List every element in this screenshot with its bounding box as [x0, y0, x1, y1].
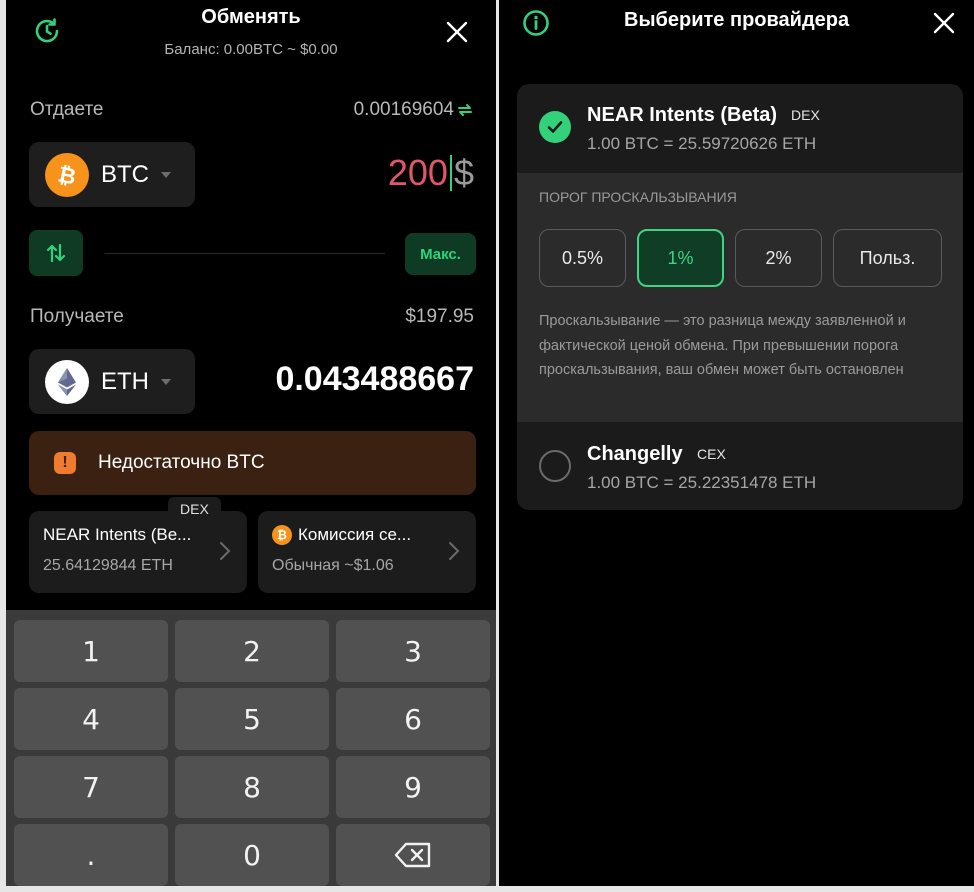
from-token-symbol: BTC	[101, 160, 149, 188]
slippage-option-1[interactable]: 1%	[637, 229, 724, 287]
provider-select-screen: Выберите провайдера NEAR Intents (Beta) …	[499, 0, 974, 886]
provider-option-changelly[interactable]: Changelly CEX 1.00 BTC = 25.22351478 ETH	[517, 422, 963, 510]
page-title: Обменять	[201, 6, 301, 28]
radio-unselected-icon	[539, 450, 571, 482]
insufficient-funds-warning: ! Недостаточно BTC	[29, 431, 476, 495]
max-button[interactable]: Макс.	[405, 233, 476, 275]
network-fee-card[interactable]: ₿ Комиссия се... Обычная ~$1.06	[258, 511, 476, 593]
provider-rate: 1.00 BTC = 25.22351478 ETH	[587, 473, 817, 492]
provider-select-title: Выберите провайдера	[624, 9, 850, 31]
provider-card-rate: 25.64129844 ETH	[43, 557, 173, 574]
key-dot[interactable]: .	[14, 824, 168, 886]
slippage-section: ПОРОГ ПРОСКАЛЬЗЫВАНИЯ 0.5% 1% 2% Польз. …	[517, 173, 963, 422]
provider-card-title: NEAR Intents (Be...	[43, 525, 192, 544]
provider-name: Changelly	[587, 443, 683, 465]
receive-usd: $197.95	[405, 306, 474, 327]
amount-input[interactable]: 200 $	[388, 152, 474, 194]
key-8[interactable]: 8	[175, 756, 329, 818]
backspace-icon	[394, 842, 431, 868]
warning-icon: !	[54, 452, 76, 474]
receive-label: Получаете	[30, 306, 124, 327]
numeric-keypad: 1 2 3 4 5 6 7 8 9 . 0	[6, 610, 496, 886]
to-token-symbol: ETH	[101, 367, 149, 395]
swap-screen: Обменять Баланс: 0.00BTC ~ $0.00 Отдаете…	[6, 0, 496, 886]
give-crypto-amount: 0.00169604	[353, 99, 454, 120]
key-1[interactable]: 1	[14, 620, 168, 682]
selected-check-icon	[539, 111, 571, 143]
key-5[interactable]: 5	[175, 688, 329, 750]
fee-card-subtitle: Обычная ~$1.06	[272, 557, 394, 574]
balance-text: Баланс: 0.00BTC ~ $0.00	[164, 41, 338, 58]
give-label: Отдаете	[30, 99, 104, 120]
slippage-option-0-5[interactable]: 0.5%	[539, 229, 626, 287]
key-6[interactable]: 6	[336, 688, 490, 750]
fee-card-title: Комиссия се...	[298, 525, 412, 544]
swap-arrows-icon	[46, 243, 66, 263]
amount-input-value: 200	[387, 152, 448, 193]
text-cursor	[449, 155, 452, 191]
slippage-option-custom[interactable]: Польз.	[833, 229, 942, 287]
key-3[interactable]: 3	[336, 620, 490, 682]
provider-name: NEAR Intents (Beta)	[587, 104, 778, 126]
key-0[interactable]: 0	[175, 824, 329, 886]
key-2[interactable]: 2	[175, 620, 329, 682]
provider-option-near[interactable]: NEAR Intents (Beta) DEX 1.00 BTC = 25.59…	[517, 84, 963, 173]
swap-direction-button[interactable]	[29, 230, 83, 276]
provider-rate: 1.00 BTC = 25.59720626 ETH	[587, 134, 817, 153]
divider	[105, 253, 385, 254]
provider-list: NEAR Intents (Beta) DEX 1.00 BTC = 25.59…	[517, 84, 963, 510]
slippage-option-2[interactable]: 2%	[735, 229, 822, 287]
bitcoin-icon: ₿	[272, 525, 292, 545]
close-icon[interactable]	[442, 17, 472, 47]
key-4[interactable]: 4	[14, 688, 168, 750]
key-9[interactable]: 9	[336, 756, 490, 818]
to-token-selector[interactable]: ETH	[29, 349, 195, 414]
bitcoin-icon: ₿	[45, 152, 89, 197]
chevron-right-icon	[220, 542, 231, 560]
amount-currency: $	[453, 152, 474, 193]
info-icon[interactable]	[521, 8, 551, 38]
close-icon[interactable]	[929, 8, 959, 38]
warning-text: Недостаточно BTC	[98, 452, 265, 473]
chevron-right-icon	[449, 542, 460, 560]
receive-amount: 0.043488667	[275, 360, 474, 398]
provider-type-badge: CEX	[697, 446, 726, 462]
slippage-heading: ПОРОГ ПРОСКАЛЬЗЫВАНИЯ	[539, 189, 737, 205]
svg-text:₿: ₿	[56, 162, 78, 188]
toggle-currency-icon[interactable]	[456, 101, 474, 119]
from-token-selector[interactable]: ₿ BTC	[29, 142, 195, 207]
provider-card[interactable]: NEAR Intents (Be... 25.64129844 ETH	[29, 511, 247, 593]
chevron-down-icon	[161, 378, 171, 385]
provider-type-badge: DEX	[168, 497, 221, 523]
chevron-down-icon	[161, 171, 171, 178]
key-7[interactable]: 7	[14, 756, 168, 818]
ethereum-icon	[45, 359, 89, 404]
key-backspace[interactable]	[336, 824, 490, 886]
slippage-description: Проскальзывание — это разница между заяв…	[539, 313, 906, 378]
provider-type-badge: DEX	[791, 107, 820, 123]
